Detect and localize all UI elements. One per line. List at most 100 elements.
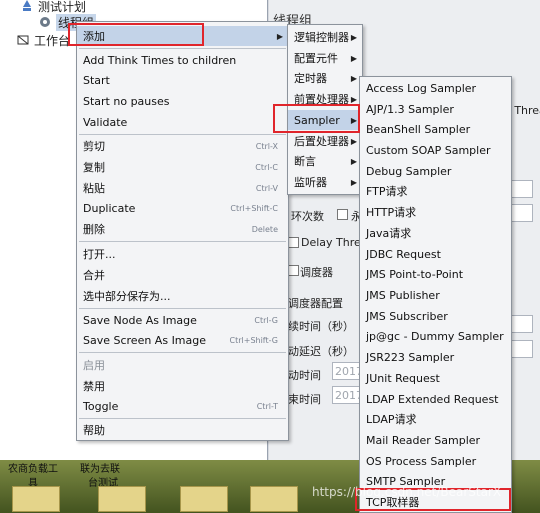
taskbar-button[interactable] (250, 486, 298, 512)
menu-item-os-process-sampler[interactable]: OS Process Sampler (360, 451, 511, 471)
menu-item-http-request[interactable]: HTTP请求 (360, 202, 511, 222)
menu-separator (79, 418, 286, 419)
menu-item-custom-soap-sampler[interactable]: Custom SOAP Sampler (360, 140, 511, 160)
shortcut-label: Ctrl+Shift-C (230, 203, 278, 213)
gear-icon (38, 15, 52, 29)
menu-item-delete[interactable]: 删除 Delete (77, 219, 288, 239)
menu-item-dummy-sampler[interactable]: jp@gc - Dummy Sampler (360, 326, 511, 346)
tree-item-label: 工作台 (34, 33, 71, 48)
menu-item-config-element[interactable]: 配置元件 ▶ (288, 48, 362, 68)
menu-item-label: 打开... (83, 248, 116, 261)
taskbar-label: 农商负载工 (8, 464, 58, 475)
menu-item-label: 选中部分保存为... (83, 290, 171, 303)
shortcut-label: Ctrl-T (256, 401, 278, 411)
submenu-arrow-icon: ▶ (350, 53, 357, 63)
menu-item-start[interactable]: Start (77, 70, 288, 90)
menu-item-label: Start no pauses (83, 94, 170, 108)
menu-item-sampler[interactable]: Sampler ▶ (288, 110, 362, 130)
submenu-arrow-icon: ▶ (350, 177, 357, 187)
menu-item-label: BeanShell Sampler (366, 122, 471, 136)
menu-item-java-request[interactable]: Java请求 (360, 223, 511, 243)
add-submenu: 逻辑控制器 ▶ 配置元件 ▶ 定时器 ▶ 前置处理器 ▶ Sampler ▶ 后置处理器 ▶… (287, 24, 363, 195)
taskbar-button[interactable] (98, 486, 146, 512)
menu-item-label: FTP请求 (366, 185, 408, 198)
menu-item-label: JMS Point-to-Point (366, 267, 464, 281)
menu-item-label: 复制 (83, 161, 105, 174)
menu-item-post-processor[interactable]: 后置处理器 ▶ (288, 131, 362, 151)
menu-item-logic-controller[interactable]: 逻辑控制器 ▶ (288, 27, 362, 47)
menu-item-debug-sampler[interactable]: Debug Sampler (360, 161, 511, 181)
menu-item-merge[interactable]: 合并 (77, 265, 288, 285)
menu-item-duplicate[interactable]: Duplicate Ctrl+Shift-C (77, 198, 288, 218)
menu-item-junit-request[interactable]: JUnit Request (360, 368, 511, 388)
menu-item-add-think-times[interactable]: Add Think Times to children (77, 50, 288, 70)
menu-item-toggle[interactable]: Toggle Ctrl-T (77, 396, 288, 416)
menu-item-label: 剪切 (83, 140, 105, 153)
menu-item-start-no-pauses[interactable]: Start no pauses (77, 91, 288, 111)
shortcut-label: Ctrl-X (255, 141, 278, 151)
tree-item-test-plan[interactable]: 测试计划 (20, 0, 86, 14)
menu-item-label: Sampler (294, 113, 340, 127)
menu-item-assertion[interactable]: 断言 ▶ (288, 151, 362, 171)
submenu-arrow-icon: ▶ (350, 156, 357, 166)
menu-item-save-node-image[interactable]: Save Node As Image Ctrl-G (77, 310, 288, 330)
menu-item-add[interactable]: 添加 ▶ (77, 26, 288, 46)
menu-item-label: OS Process Sampler (366, 454, 477, 468)
menu-item-label: JSR223 Sampler (366, 350, 455, 364)
menu-item-ftp-request[interactable]: FTP请求 (360, 181, 511, 201)
menu-item-cut[interactable]: 剪切 Ctrl-X (77, 136, 288, 156)
menu-item-label: HTTP请求 (366, 206, 417, 219)
menu-item-save-selection[interactable]: 选中部分保存为... (77, 286, 288, 306)
menu-item-ldap-extended-request[interactable]: LDAP Extended Request (360, 389, 511, 409)
menu-item-label: JMS Subscriber (366, 309, 448, 323)
menu-separator (79, 308, 286, 309)
menu-item-ajp-sampler[interactable]: AJP/1.3 Sampler (360, 99, 511, 119)
menu-separator (79, 352, 286, 353)
menu-item-jms-point-to-point[interactable]: JMS Point-to-Point (360, 264, 511, 284)
menu-item-label: Duplicate (83, 201, 136, 215)
taskbar-button[interactable] (12, 486, 60, 512)
context-menu: 添加 ▶ Add Think Times to children Start St… (76, 21, 289, 441)
scheduler-checkbox[interactable] (288, 265, 299, 276)
menu-item-disable[interactable]: 禁用 (77, 376, 288, 396)
menu-item-label: LDAP Extended Request (366, 392, 499, 406)
delay-thread-checkbox[interactable] (288, 237, 299, 248)
menu-item-help[interactable]: 帮助 (77, 420, 288, 440)
scheduler-config-label: 调度器配置 (288, 297, 343, 310)
menu-item-mail-reader-sampler[interactable]: Mail Reader Sampler (360, 430, 511, 450)
menu-item-jms-publisher[interactable]: JMS Publisher (360, 285, 511, 305)
menu-item-open[interactable]: 打开... (77, 244, 288, 264)
menu-item-validate[interactable]: Validate (77, 112, 288, 132)
end-time-input[interactable]: 2017 (332, 386, 363, 404)
menu-item-copy[interactable]: 复制 Ctrl-C (77, 157, 288, 177)
menu-item-label: 后置处理器 (294, 135, 349, 148)
menu-item-label: Custom SOAP Sampler (366, 143, 491, 157)
menu-item-beanshell-sampler[interactable]: BeanShell Sampler (360, 119, 511, 139)
forever-checkbox[interactable] (337, 209, 348, 220)
menu-item-jdbc-request[interactable]: JDBC Request (360, 244, 511, 264)
menu-item-label: Start (83, 73, 110, 87)
menu-item-listener[interactable]: 监听器 ▶ (288, 172, 362, 192)
menu-item-label: Toggle (83, 399, 119, 413)
menu-item-label: Access Log Sampler (366, 81, 477, 95)
watermark: https://blog.csdn.net/BearStarX (312, 485, 502, 499)
menu-item-save-screen-image[interactable]: Save Screen As Image Ctrl+Shift-G (77, 330, 288, 350)
menu-item-label: 配置元件 (294, 52, 338, 65)
menu-item-label: 断言 (294, 155, 316, 168)
menu-item-label: Save Screen As Image (83, 333, 207, 347)
tree-item-workbench[interactable]: 工作台 (16, 32, 70, 48)
menu-item-jms-subscriber[interactable]: JMS Subscriber (360, 306, 511, 326)
menu-item-label: Java请求 (366, 227, 412, 240)
menu-item-pre-processor[interactable]: 前置处理器 ▶ (288, 89, 362, 109)
menu-item-label: Save Node As Image (83, 313, 197, 327)
menu-item-timer[interactable]: 定时器 ▶ (288, 68, 362, 88)
start-time-input[interactable]: 2017 (332, 362, 363, 380)
menu-item-jsr223-sampler[interactable]: JSR223 Sampler (360, 347, 511, 367)
menu-item-paste[interactable]: 粘贴 Ctrl-V (77, 178, 288, 198)
menu-item-access-log-sampler[interactable]: Access Log Sampler (360, 78, 511, 98)
submenu-arrow-icon: ▶ (350, 136, 357, 146)
menu-item-ldap-request[interactable]: LDAP请求 (360, 409, 511, 429)
submenu-arrow-icon: ▶ (350, 32, 357, 42)
taskbar-button[interactable] (180, 486, 228, 512)
menu-item-label: 逻辑控制器 (294, 31, 349, 44)
